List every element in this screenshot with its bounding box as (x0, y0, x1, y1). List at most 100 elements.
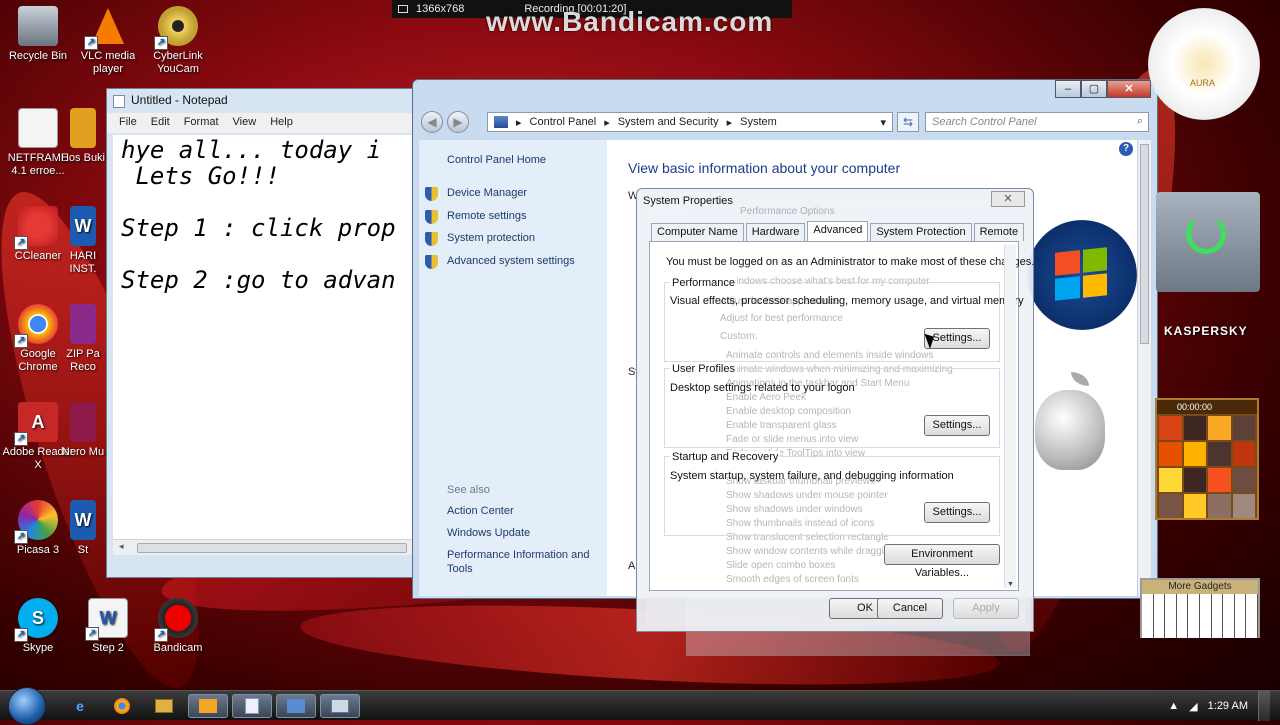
startup-recovery-settings-button[interactable]: Settings... (924, 502, 990, 523)
user-profiles-settings-button[interactable]: Settings... (924, 415, 990, 436)
puzzle-tile[interactable] (1183, 416, 1206, 440)
sidebar-control-panel-home[interactable]: Control Panel Home (447, 154, 546, 166)
power-icon[interactable] (1186, 214, 1226, 254)
notepad-taskbar-icon[interactable] (232, 694, 272, 718)
clock-gadget[interactable]: AURA (1148, 8, 1260, 120)
breadcrumb-system-and-security[interactable]: System and Security (618, 116, 719, 128)
puzzle-tile[interactable] (1183, 442, 1206, 466)
puzzle-grid[interactable] (1157, 414, 1257, 520)
sidebar-system-protection[interactable]: System protection (447, 232, 535, 244)
notepad-title: Untitled - Notepad (131, 93, 228, 107)
close-icon[interactable]: ✕ (991, 191, 1025, 207)
system-properties-taskbar-icon[interactable] (320, 694, 360, 718)
puzzle-tile[interactable] (1183, 468, 1206, 492)
puzzle-tile[interactable] (1208, 468, 1231, 492)
search-input[interactable]: Search Control Panel ⌕ (925, 112, 1149, 132)
puzzle-tile[interactable] (1159, 416, 1182, 440)
ghost-text: Smooth edges of screen fonts (726, 574, 859, 585)
cancel-button[interactable]: Cancel (877, 598, 943, 619)
sidebar-advanced-system-settings[interactable]: Advanced system settings (447, 255, 575, 267)
menu-format[interactable]: Format (184, 116, 219, 130)
see-also-performance-info[interactable]: Performance Information and Tools (447, 548, 601, 576)
desktop-icon-zip[interactable]: ZIP Pa Reco (58, 304, 108, 374)
notepad-titlebar[interactable]: Untitled - Notepad (107, 89, 415, 113)
maximize-icon[interactable]: ▢ (1081, 80, 1107, 98)
internet-explorer-icon[interactable]: e (60, 694, 100, 718)
user-profiles-desc: Desktop settings related to your logon (670, 382, 855, 394)
puzzle-tile[interactable] (1183, 494, 1206, 518)
tab-advanced[interactable]: Advanced (807, 221, 869, 241)
system-properties-dialog[interactable]: System Properties ✕ Computer Name Hardwa… (636, 188, 1034, 632)
tab-remote[interactable]: Remote (973, 223, 1025, 241)
puzzle-tile[interactable] (1159, 468, 1182, 492)
puzzle-tile[interactable] (1159, 494, 1182, 518)
desktop-icon-vlc[interactable]: ↗ VLC media player (70, 6, 146, 76)
scroll-down-icon[interactable]: ▼ (1007, 581, 1014, 588)
notepad-horizontal-scrollbar[interactable]: ◂ (113, 539, 415, 555)
environment-variables-button[interactable]: Environment Variables... (884, 544, 1000, 579)
skype-icon: S ↗ (14, 598, 58, 642)
see-also-windows-update[interactable]: Windows Update (447, 527, 530, 539)
close-icon[interactable]: ✕ (1107, 80, 1151, 98)
address-bar[interactable]: ▸ Control Panel ▸ System and Security ▸ … (487, 112, 893, 132)
back-arrow-icon[interactable]: ◀ (421, 111, 443, 133)
piano-keys[interactable] (1142, 594, 1258, 638)
notepad-window[interactable]: Untitled - Notepad File Edit Format View… (106, 88, 416, 578)
control-panel-taskbar-icon[interactable] (276, 694, 316, 718)
apply-button[interactable]: Apply (953, 598, 1019, 619)
media-player-icon[interactable] (188, 694, 228, 718)
menu-view[interactable]: View (233, 116, 257, 130)
see-also-action-center[interactable]: Action Center (447, 505, 514, 517)
forward-arrow-icon[interactable]: ▶ (447, 111, 469, 133)
desktop-icon-recycle-bin[interactable]: Recycle Bin (0, 6, 76, 63)
menu-edit[interactable]: Edit (151, 116, 170, 130)
scrollbar-thumb[interactable] (1140, 144, 1149, 344)
menu-file[interactable]: File (119, 116, 137, 130)
clock[interactable]: 1:29 AM (1208, 700, 1248, 712)
tab-hardware[interactable]: Hardware (745, 223, 806, 241)
puzzle-tile[interactable] (1232, 442, 1255, 466)
minimize-icon[interactable]: – (1055, 80, 1081, 98)
menu-help[interactable]: Help (270, 116, 293, 130)
scroll-left-icon[interactable]: ◂ (119, 541, 124, 552)
chrome-taskbar-icon[interactable] (102, 694, 142, 718)
puzzle-tile[interactable] (1232, 468, 1255, 492)
help-icon[interactable]: ? (1119, 142, 1133, 156)
breadcrumb-system[interactable]: System (740, 116, 777, 128)
start-button[interactable] (8, 687, 46, 725)
puzzle-tile[interactable] (1208, 416, 1231, 440)
chevron-down-icon[interactable]: ▾ (880, 116, 886, 129)
puzzle-tile[interactable] (1232, 494, 1255, 518)
puzzle-tile[interactable] (1208, 494, 1231, 518)
desktop-icon-hari[interactable]: W HARI INST. (58, 206, 108, 276)
tab-computer-name[interactable]: Computer Name (651, 223, 744, 241)
desktop-icon-st[interactable]: W St (58, 500, 108, 557)
desktop-icon-skype[interactable]: S ↗ Skype (0, 598, 76, 655)
scrollbar-thumb[interactable] (137, 543, 407, 553)
tab-system-protection[interactable]: System Protection (870, 223, 972, 241)
desktop-icon-youcam[interactable]: ↗ CyberLink YouCam (140, 6, 216, 76)
puzzle-gadget[interactable]: 00:00:00 (1155, 398, 1259, 520)
puzzle-tile[interactable] (1232, 416, 1255, 440)
more-gadgets-link[interactable]: More Gadgets (1142, 580, 1258, 594)
puzzle-tile[interactable] (1159, 442, 1182, 466)
taskbar: e ▲ ◢ 1:29 AM (0, 687, 1280, 725)
desktop-icon-bandicam[interactable]: ↗ Bandicam (140, 598, 216, 655)
show-desktop-button[interactable] (1258, 691, 1270, 721)
sidebar-device-manager[interactable]: Device Manager (447, 187, 527, 199)
explorer-icon[interactable] (144, 694, 184, 718)
desktop-icon-step2[interactable]: W ↗ Step 2 (70, 598, 146, 655)
refresh-icon[interactable]: ⇆ (897, 112, 919, 132)
piano-gadget[interactable]: More Gadgets (1140, 578, 1260, 638)
puzzle-tile[interactable] (1208, 442, 1231, 466)
search-icon[interactable]: ⌕ (1137, 115, 1143, 128)
sidebar-remote-settings[interactable]: Remote settings (447, 210, 526, 222)
desktop-icon-nero[interactable]: Nero Mu (58, 402, 108, 459)
notepad-text-area[interactable]: hye all... today i Lets Go!!! Step 1 : c… (113, 135, 415, 539)
speaker-icon[interactable]: ◢ (1189, 700, 1197, 713)
content-vertical-scrollbar[interactable]: ▼ (1137, 140, 1151, 596)
show-hidden-icons[interactable]: ▲ (1168, 700, 1179, 712)
kaspersky-gadget[interactable]: KASPERSKY (1156, 192, 1260, 338)
breadcrumb-control-panel[interactable]: Control Panel (530, 116, 597, 128)
desktop-icon-hos[interactable]: Hos Buki (58, 108, 108, 165)
